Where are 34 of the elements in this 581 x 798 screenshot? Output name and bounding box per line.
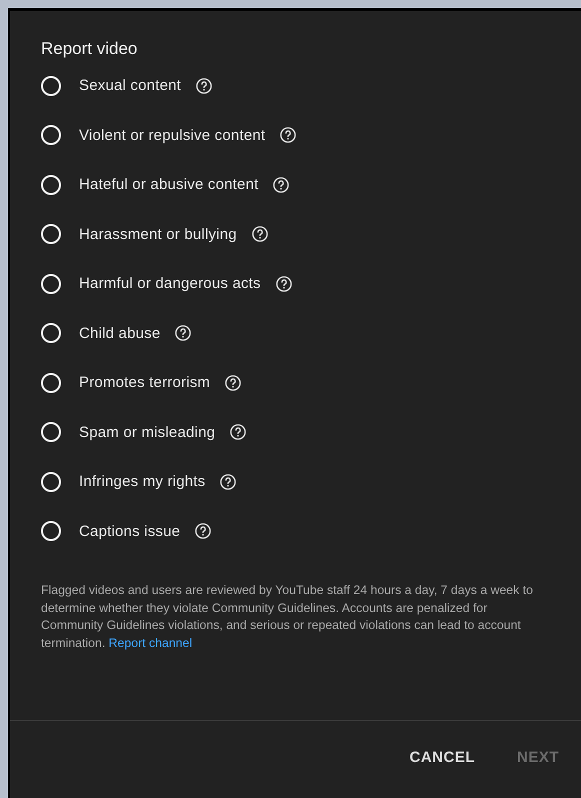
option-label[interactable]: Promotes terrorism bbox=[79, 374, 210, 392]
radio-button[interactable] bbox=[41, 76, 61, 96]
option-label[interactable]: Infringes my rights bbox=[79, 473, 206, 490]
cancel-button[interactable]: CANCEL bbox=[399, 739, 485, 775]
radio-button[interactable] bbox=[41, 125, 61, 146]
help-icon[interactable] bbox=[250, 225, 269, 244]
radio-button[interactable] bbox=[41, 472, 61, 492]
help-icon[interactable] bbox=[219, 472, 238, 491]
dialog-title: Report video bbox=[41, 39, 138, 59]
report-channel-link[interactable]: Report channel bbox=[108, 636, 192, 650]
help-icon[interactable] bbox=[174, 324, 192, 342]
radio-button[interactable] bbox=[41, 521, 61, 542]
option-label[interactable]: Spam or misleading bbox=[79, 424, 216, 441]
help-icon[interactable] bbox=[272, 176, 290, 194]
option-label[interactable]: Child abuse bbox=[79, 324, 160, 342]
help-icon[interactable] bbox=[274, 274, 293, 293]
help-icon[interactable] bbox=[224, 374, 242, 392]
option-label[interactable]: Captions issue bbox=[79, 522, 180, 540]
radio-button[interactable] bbox=[41, 323, 61, 344]
option-label[interactable]: Harmful or dangerous acts bbox=[79, 275, 261, 292]
option-label[interactable]: Harassment or bullying bbox=[79, 226, 237, 243]
help-icon[interactable] bbox=[194, 522, 212, 540]
option-label[interactable]: Sexual content bbox=[79, 77, 182, 94]
option-label[interactable]: Hateful or abusive content bbox=[79, 176, 258, 194]
radio-button[interactable] bbox=[41, 174, 61, 195]
help-icon[interactable] bbox=[195, 76, 214, 95]
notice-text: Flagged videos and users are reviewed by YouTube staff 24 hours a day, 7 days a week to determine whether they violate Community Guidelines. Accounts are penalized for Community Guidelines violations, and serious or repeated violations can lead to account termination. Report channel bbox=[41, 582, 534, 652]
radio-button[interactable] bbox=[41, 422, 61, 442]
radio-button[interactable] bbox=[41, 372, 61, 393]
radio-button[interactable] bbox=[41, 224, 61, 244]
radio-button[interactable] bbox=[41, 274, 61, 294]
option-label[interactable]: Violent or repulsive content bbox=[79, 126, 266, 144]
help-icon[interactable] bbox=[279, 126, 298, 144]
help-icon[interactable] bbox=[229, 423, 248, 442]
